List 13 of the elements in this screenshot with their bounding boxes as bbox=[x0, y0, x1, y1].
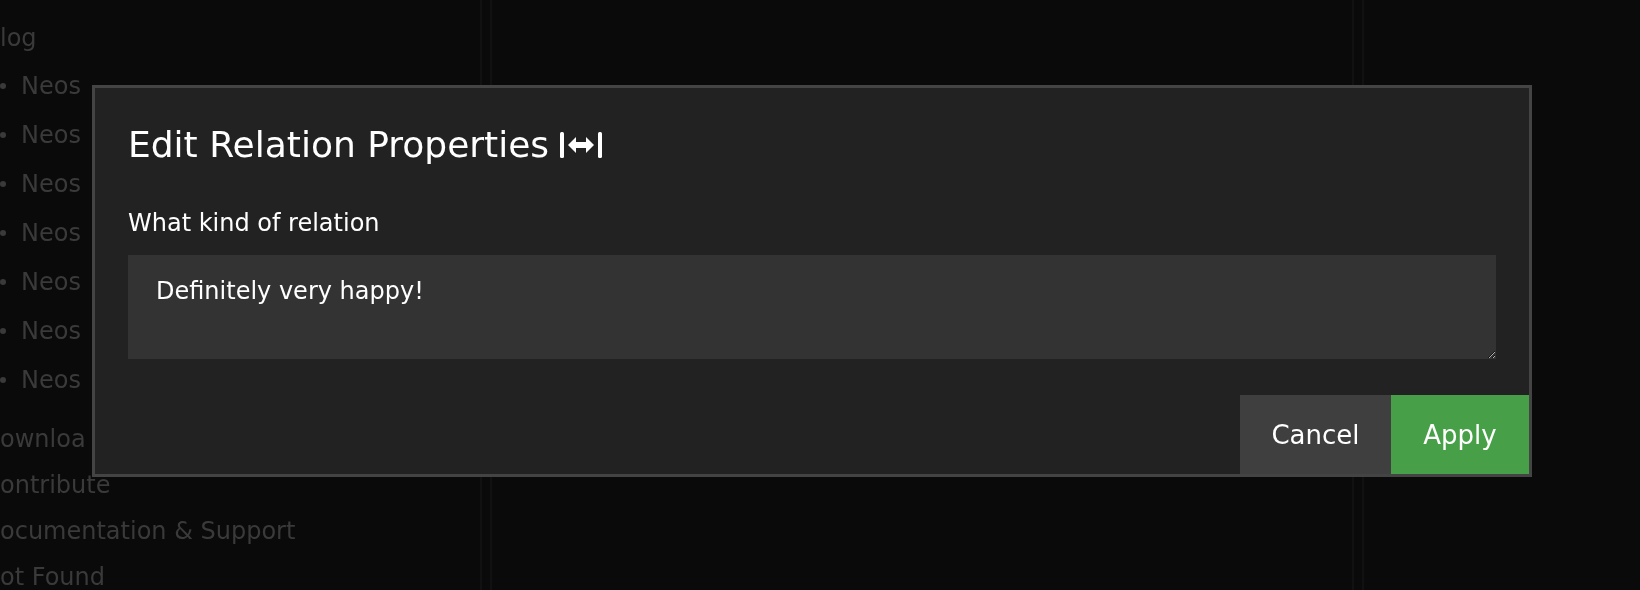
cancel-button[interactable]: Cancel bbox=[1240, 395, 1391, 474]
field-label: What kind of relation bbox=[128, 209, 381, 237]
bullet-icon bbox=[0, 278, 6, 285]
bullet-icon bbox=[0, 131, 6, 138]
apply-button[interactable]: Apply bbox=[1391, 395, 1529, 474]
bullet-icon bbox=[0, 327, 6, 334]
double-arrow-icon bbox=[559, 129, 604, 160]
bullet-icon bbox=[0, 180, 6, 187]
bullet-icon bbox=[0, 82, 6, 89]
dialog-title: Edit Relation Properties bbox=[128, 124, 550, 165]
bullet-icon bbox=[0, 376, 6, 383]
bullet-icon bbox=[0, 229, 6, 236]
text-area[interactable]: Definitely very happy! bbox=[128, 255, 1496, 359]
